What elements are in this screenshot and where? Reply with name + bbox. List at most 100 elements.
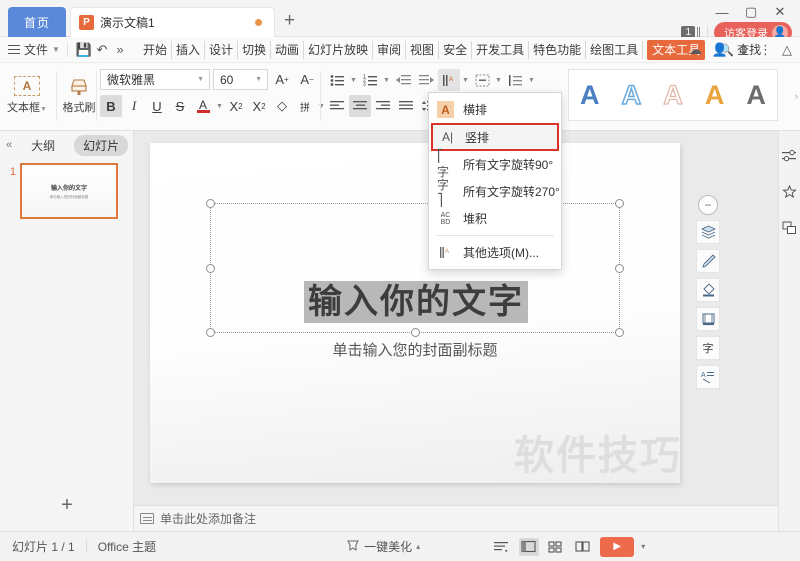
- tab-home[interactable]: 首页: [8, 7, 66, 37]
- slide-sorter-icon[interactable]: [546, 538, 566, 556]
- strikethrough-button[interactable]: S: [169, 95, 191, 117]
- bullet-list-icon[interactable]: [326, 69, 348, 91]
- font-family-select[interactable]: 微软雅黑 ▼: [100, 69, 210, 90]
- collapse-sidebar-icon[interactable]: «: [6, 139, 12, 151]
- menu-item-vertical[interactable]: A| 竖排: [431, 123, 559, 151]
- resize-handle-bottom-center[interactable]: [411, 328, 420, 337]
- tab-document[interactable]: P 演示文稿1: [70, 7, 275, 37]
- menu-item-rotate-270[interactable]: 字⎤ 所有文字旋转270°: [429, 178, 561, 207]
- slide-subtitle-text[interactable]: 单击输入您的封面副标题: [210, 339, 620, 360]
- menu-item-more-options[interactable]: A 其他选项(M)...: [429, 239, 561, 266]
- tab-transition[interactable]: 切换: [238, 40, 271, 59]
- settings-sliders-icon[interactable]: [781, 147, 799, 165]
- wordart-style-3[interactable]: A: [663, 80, 684, 108]
- save-icon[interactable]: 💾: [75, 42, 93, 58]
- numbered-list-icon[interactable]: 1 2 3: [359, 69, 381, 91]
- new-tab-button[interactable]: +: [284, 11, 295, 30]
- align-center-icon[interactable]: [349, 95, 371, 117]
- font-size-select[interactable]: 60 ▼: [213, 69, 268, 90]
- slide-title-text[interactable]: 输入你的文字: [211, 274, 621, 323]
- text-effects-icon[interactable]: A: [696, 365, 720, 389]
- sidebar-tab-slides[interactable]: 幻灯片: [74, 134, 129, 156]
- resize-handle-middle-left[interactable]: [206, 264, 215, 273]
- slide-thumbnail-1[interactable]: 输入你的文字 单击输入您的封面副标题: [20, 163, 118, 219]
- textbox-button[interactable]: A 文本框▼: [4, 63, 50, 123]
- wordart-more-icon[interactable]: ›: [795, 91, 798, 101]
- beautify-button[interactable]: 一键美化 ▴: [346, 538, 420, 555]
- add-slide-button[interactable]: +: [0, 494, 134, 517]
- share-user-icon[interactable]: 👤: [712, 42, 728, 58]
- chevron-down-icon[interactable]: ▼: [382, 77, 391, 84]
- chevron-down-icon[interactable]: ▼: [461, 77, 470, 84]
- chevron-down-icon[interactable]: ▼: [349, 77, 358, 84]
- fill-icon[interactable]: [696, 278, 720, 302]
- close-icon[interactable]: ✕: [766, 2, 794, 22]
- align-left-icon[interactable]: [326, 95, 348, 117]
- font-color-button[interactable]: A: [192, 95, 214, 117]
- slide-surface[interactable]: 输入你的文字 单击输入您的封面副标题 − 字 A 软件技巧: [150, 143, 720, 483]
- notes-view-icon[interactable]: [492, 538, 512, 556]
- tab-slideshow[interactable]: 幻灯片放映: [304, 40, 374, 59]
- chevron-down-icon[interactable]: ▼: [317, 103, 326, 110]
- minimize-icon[interactable]: —: [708, 2, 736, 22]
- cloud-icon[interactable]: ☁: [689, 42, 702, 58]
- text-icon[interactable]: 字: [696, 336, 720, 360]
- tab-review[interactable]: 审阅: [373, 40, 407, 59]
- resize-handle-bottom-right[interactable]: [615, 328, 624, 337]
- resize-handle-bottom-left[interactable]: [206, 328, 215, 337]
- tab-security[interactable]: 安全: [439, 40, 473, 59]
- wordart-style-2[interactable]: A: [621, 80, 642, 109]
- duplicate-shapes-icon[interactable]: [781, 219, 799, 237]
- normal-view-icon[interactable]: [519, 537, 540, 556]
- tab-features[interactable]: 特色功能: [529, 40, 587, 59]
- menu-item-stacked[interactable]: AC BD 堆积: [429, 205, 561, 232]
- clear-format-icon[interactable]: ◇: [271, 95, 293, 117]
- pinyin-guide-icon[interactable]: 拼: [294, 95, 316, 117]
- reading-view-icon[interactable]: [573, 538, 593, 556]
- format-painter-button[interactable]: 格式刷: [60, 63, 98, 123]
- more-vert-icon[interactable]: ⋮: [759, 42, 772, 58]
- superscript-button[interactable]: X2: [225, 95, 247, 117]
- increase-indent-icon[interactable]: [415, 69, 437, 91]
- quick-access-more-icon[interactable]: »: [111, 42, 129, 58]
- chevron-down-icon[interactable]: ▼: [215, 103, 224, 110]
- tab-design[interactable]: 设计: [205, 40, 238, 59]
- shrink-font-icon[interactable]: A −: [296, 69, 318, 90]
- text-direction-button[interactable]: A: [438, 69, 460, 91]
- maximize-icon[interactable]: ▢: [737, 2, 765, 22]
- sidebar-tab-outline[interactable]: 大纲: [22, 135, 64, 156]
- chevron-down-icon[interactable]: ▼: [527, 77, 536, 84]
- collapse-ribbon-icon[interactable]: △: [782, 42, 792, 58]
- bold-button[interactable]: B: [100, 95, 122, 117]
- effects-star-icon[interactable]: [781, 183, 799, 201]
- theme-label[interactable]: Office 主题: [98, 538, 156, 555]
- chevron-down-icon[interactable]: ▼: [494, 77, 503, 84]
- decrease-indent-icon[interactable]: [392, 69, 414, 91]
- align-right-icon[interactable]: [372, 95, 394, 117]
- justify-icon[interactable]: [395, 95, 417, 117]
- tab-drawing-tools[interactable]: 绘图工具: [586, 40, 644, 59]
- tab-start[interactable]: 开始: [139, 40, 172, 59]
- align-text-icon[interactable]: [471, 69, 493, 91]
- tab-insert[interactable]: 插入: [172, 40, 205, 59]
- menu-item-rotate-90[interactable]: ⎡字 所有文字旋转90°: [429, 149, 561, 179]
- wordart-style-1[interactable]: A: [580, 81, 600, 109]
- layers-icon[interactable]: [696, 220, 720, 244]
- resize-handle-middle-right[interactable]: [615, 264, 624, 273]
- tab-view[interactable]: 视图: [406, 40, 440, 59]
- menu-item-horizontal[interactable]: A 横排: [429, 96, 561, 123]
- subscript-button[interactable]: X2: [248, 95, 270, 117]
- wordart-style-gallery[interactable]: A A A A A: [568, 69, 778, 121]
- italic-button[interactable]: I: [123, 95, 145, 117]
- tab-animation[interactable]: 动画: [271, 40, 305, 59]
- undo-icon[interactable]: ↶: [93, 42, 111, 58]
- brush-icon[interactable]: [696, 249, 720, 273]
- wordart-style-5[interactable]: A: [746, 81, 766, 109]
- minus-circle-icon[interactable]: −: [698, 195, 718, 215]
- columns-icon[interactable]: [504, 69, 526, 91]
- upload-icon[interactable]: ⇪: [738, 42, 749, 58]
- resize-handle-top-left[interactable]: [206, 199, 215, 208]
- start-slideshow-button[interactable]: ▶: [600, 536, 635, 557]
- shape-icon[interactable]: [696, 307, 720, 331]
- tab-developer[interactable]: 开发工具: [472, 40, 530, 59]
